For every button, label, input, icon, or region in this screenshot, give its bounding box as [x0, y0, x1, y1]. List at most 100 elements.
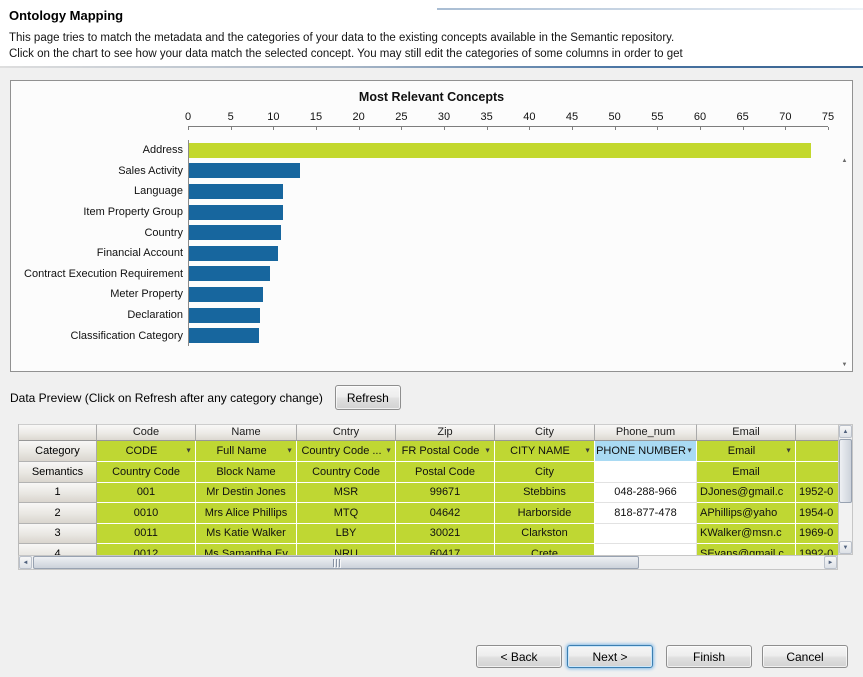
column-header — [796, 424, 838, 441]
category-dropdown-cell[interactable]: Full Name▼ — [196, 441, 297, 462]
chart-bar-track — [188, 264, 828, 285]
chart-plot-area: 051015202530354045505560657075 AddressSa… — [18, 111, 828, 363]
chart-category-label: Address — [18, 144, 188, 156]
data-cell: 04642 — [396, 503, 495, 524]
x-axis-tick-label: 65 — [737, 111, 749, 123]
data-cell: Mr Destin Jones — [196, 483, 297, 504]
chart-bar[interactable] — [189, 328, 259, 343]
chart-bar-track — [188, 222, 828, 243]
scroll-up-button[interactable]: ▲ — [839, 425, 852, 438]
x-axis-tick-mark — [572, 127, 573, 130]
chart-bar[interactable] — [189, 205, 283, 220]
ontology-mapping-wizard: Ontology Mapping This page tries to matc… — [0, 0, 863, 677]
chart-category-label: Meter Property — [18, 288, 188, 300]
chart-bar[interactable] — [189, 266, 270, 281]
dropdown-arrow-icon[interactable]: ▼ — [385, 448, 392, 455]
data-cell: NRU — [297, 544, 396, 555]
category-dropdown-cell[interactable]: Country Code ...▼ — [297, 441, 396, 462]
chart-bar[interactable] — [189, 308, 260, 323]
chart-bar-track — [188, 181, 828, 202]
category-dropdown-cell[interactable]: FR Postal Code▼ — [396, 441, 495, 462]
chart-bar[interactable] — [189, 163, 300, 178]
chart-scroll-down-icon[interactable]: ▼ — [842, 362, 848, 368]
thumb-grip-icon — [339, 559, 340, 567]
x-axis-tick-mark — [828, 127, 829, 130]
data-cell: Clarkston — [495, 524, 595, 545]
header-accent-line — [437, 8, 863, 10]
scroll-down-button[interactable]: ▼ — [839, 541, 852, 554]
data-cell: 1992-0 — [796, 544, 838, 555]
back-button[interactable]: < Back — [476, 645, 562, 668]
semantics-cell — [796, 462, 838, 483]
horizontal-scroll-thumb[interactable] — [33, 556, 639, 569]
chart-bar[interactable] — [189, 225, 281, 240]
category-value: CITY NAME — [510, 445, 579, 457]
data-preview-table-area: CodeNameCntryZipCityPhone_numEmailCatego… — [18, 424, 853, 570]
dropdown-arrow-icon[interactable]: ▼ — [686, 448, 693, 455]
chart-bar-row: Country — [18, 222, 828, 243]
chart-bar[interactable] — [189, 143, 811, 158]
next-button[interactable]: Next > — [567, 645, 653, 668]
category-dropdown-cell[interactable]: CITY NAME ▼ — [495, 441, 595, 462]
table-horizontal-scrollbar[interactable]: ◄ ► — [18, 555, 838, 570]
chart-bar-row: Meter Property — [18, 284, 828, 305]
row-header-corner — [19, 424, 97, 441]
chart-vertical-scrollbar[interactable]: ▲ ▼ — [838, 82, 851, 370]
data-cell: LBY — [297, 524, 396, 545]
category-dropdown-cell[interactable]: Email▼ — [697, 441, 796, 462]
x-axis-tick-mark — [401, 127, 402, 130]
x-axis-tick-label: 35 — [481, 111, 493, 123]
scroll-right-button[interactable]: ► — [824, 556, 837, 569]
scroll-left-icon: ◄ — [23, 560, 29, 566]
data-cell: 60417 — [396, 544, 495, 555]
data-cell: Crete — [495, 544, 595, 555]
x-axis-tick-label: 20 — [353, 111, 365, 123]
most-relevant-concepts-chart[interactable]: Most Relevant Concepts 05101520253035404… — [10, 80, 853, 372]
category-dropdown-cell[interactable]: PHONE NUMBER▼ — [595, 441, 697, 462]
thumb-grip-icon — [336, 559, 337, 567]
vertical-scroll-thumb[interactable] — [839, 439, 852, 503]
dropdown-arrow-icon[interactable]: ▼ — [286, 448, 293, 455]
column-header: Email — [697, 424, 796, 441]
chart-bar[interactable] — [189, 184, 283, 199]
refresh-button[interactable]: Refresh — [335, 385, 401, 410]
category-dropdown-cell[interactable]: CODE▼ — [97, 441, 196, 462]
chart-bar-track — [188, 284, 828, 305]
finish-button[interactable]: Finish — [666, 645, 752, 668]
dropdown-arrow-icon[interactable]: ▼ — [484, 448, 491, 455]
category-value: FR Postal Code — [402, 445, 489, 457]
chart-bars: AddressSales ActivityLanguageItem Proper… — [18, 140, 828, 346]
vertical-scroll-track[interactable] — [839, 504, 852, 541]
page-description: This page tries to match the metadata an… — [9, 30, 851, 63]
chart-bar-row: Sales Activity — [18, 161, 828, 182]
data-cell: SEvans@gmail.c — [697, 544, 796, 555]
x-axis-tick-label: 75 — [822, 111, 834, 123]
chart-bar-track — [188, 305, 828, 326]
chart-bar[interactable] — [189, 287, 263, 302]
chart-bar-track — [188, 161, 828, 182]
chart-category-label: Item Property Group — [18, 206, 188, 218]
dropdown-arrow-icon[interactable]: ▼ — [584, 448, 591, 455]
horizontal-scroll-track[interactable] — [640, 556, 824, 569]
x-axis-tick-mark — [700, 127, 701, 130]
chart-scroll-up-icon[interactable]: ▲ — [842, 158, 848, 164]
semantics-cell: Postal Code — [396, 462, 495, 483]
dropdown-arrow-icon[interactable]: ▼ — [185, 448, 192, 455]
table-vertical-scrollbar[interactable]: ▲ ▼ — [838, 424, 853, 555]
x-axis-tick-mark — [657, 127, 658, 130]
chart-bar[interactable] — [189, 246, 278, 261]
chart-bar-track — [188, 243, 828, 264]
x-axis-tick-label: 70 — [779, 111, 791, 123]
scroll-left-button[interactable]: ◄ — [19, 556, 32, 569]
chart-bar-track — [188, 202, 828, 223]
x-axis-tick-label: 45 — [566, 111, 578, 123]
semantics-cell: Country Code — [97, 462, 196, 483]
row-label-semantics: Semantics — [19, 462, 97, 483]
category-dropdown-cell[interactable]: ▼ — [796, 441, 838, 462]
x-axis-tick-mark — [316, 127, 317, 130]
x-axis-tick-mark — [188, 127, 189, 130]
column-header: Cntry — [297, 424, 396, 441]
chart-bar-row: Contract Execution Requirement — [18, 264, 828, 285]
dropdown-arrow-icon[interactable]: ▼ — [785, 448, 792, 455]
cancel-button[interactable]: Cancel — [762, 645, 848, 668]
